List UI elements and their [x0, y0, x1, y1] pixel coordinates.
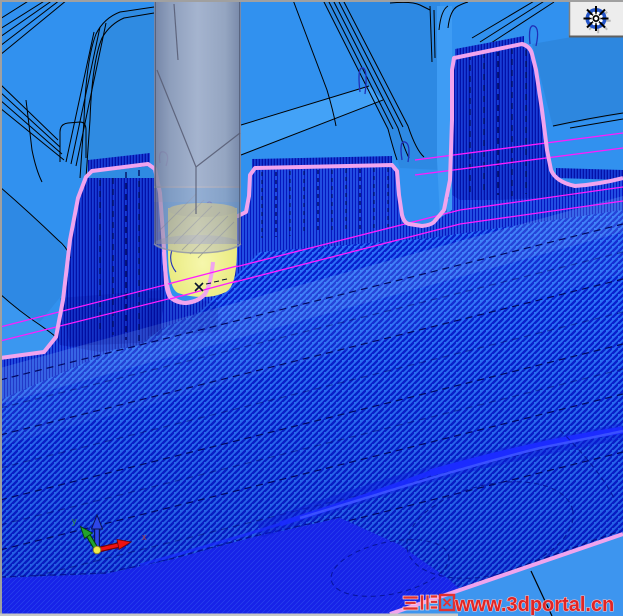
svg-text:y: y	[72, 516, 77, 526]
svg-text:www.3dportal.cn: www.3dportal.cn	[454, 594, 614, 616]
svg-text:x: x	[142, 532, 147, 542]
